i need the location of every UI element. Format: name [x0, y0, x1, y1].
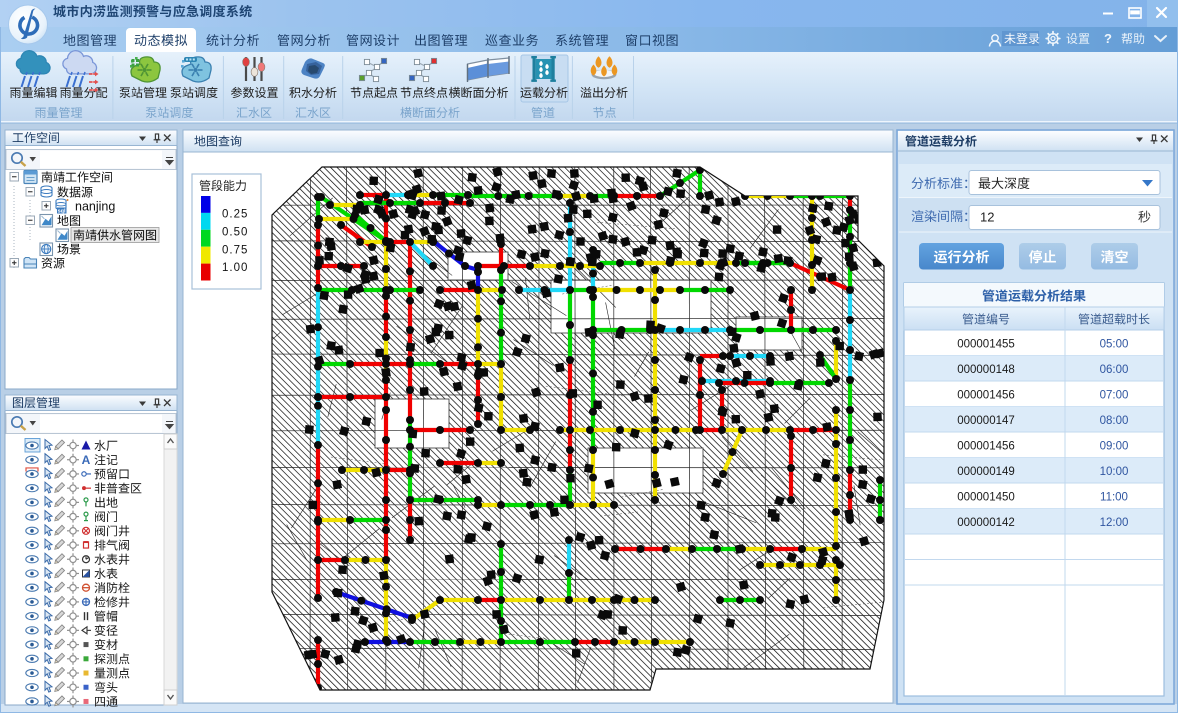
svg-text:000001456: 000001456 [957, 390, 1015, 402]
svg-text:0.75: 0.75 [222, 244, 248, 256]
svg-text:06:00: 06:00 [1100, 364, 1129, 376]
svg-text:07:00: 07:00 [1100, 390, 1129, 402]
svg-text:000000147: 000000147 [957, 415, 1015, 427]
svg-text:000000142: 000000142 [957, 517, 1015, 529]
svg-text:11:00: 11:00 [1100, 492, 1128, 504]
svg-text:000001456: 000001456 [957, 441, 1015, 453]
svg-text:A: A [82, 453, 91, 467]
svg-text:000000149: 000000149 [957, 466, 1015, 478]
svg-text:sql: sql [58, 209, 66, 215]
svg-text:?: ? [1104, 31, 1112, 46]
svg-text:12: 12 [980, 210, 994, 225]
svg-text:08:00: 08:00 [1100, 415, 1129, 427]
svg-text:nanjing: nanjing [75, 200, 115, 214]
svg-text:000000148: 000000148 [957, 364, 1015, 376]
svg-text:09:00: 09:00 [1100, 441, 1129, 453]
svg-text:12:00: 12:00 [1100, 517, 1129, 529]
svg-text:0.50: 0.50 [222, 226, 248, 238]
svg-text:1.00: 1.00 [222, 262, 248, 274]
svg-text:000001450: 000001450 [957, 492, 1015, 504]
svg-text:000001455: 000001455 [957, 339, 1015, 351]
svg-text:10:00: 10:00 [1100, 466, 1129, 478]
svg-text:05:00: 05:00 [1100, 339, 1129, 351]
svg-text:0.25: 0.25 [222, 209, 248, 221]
